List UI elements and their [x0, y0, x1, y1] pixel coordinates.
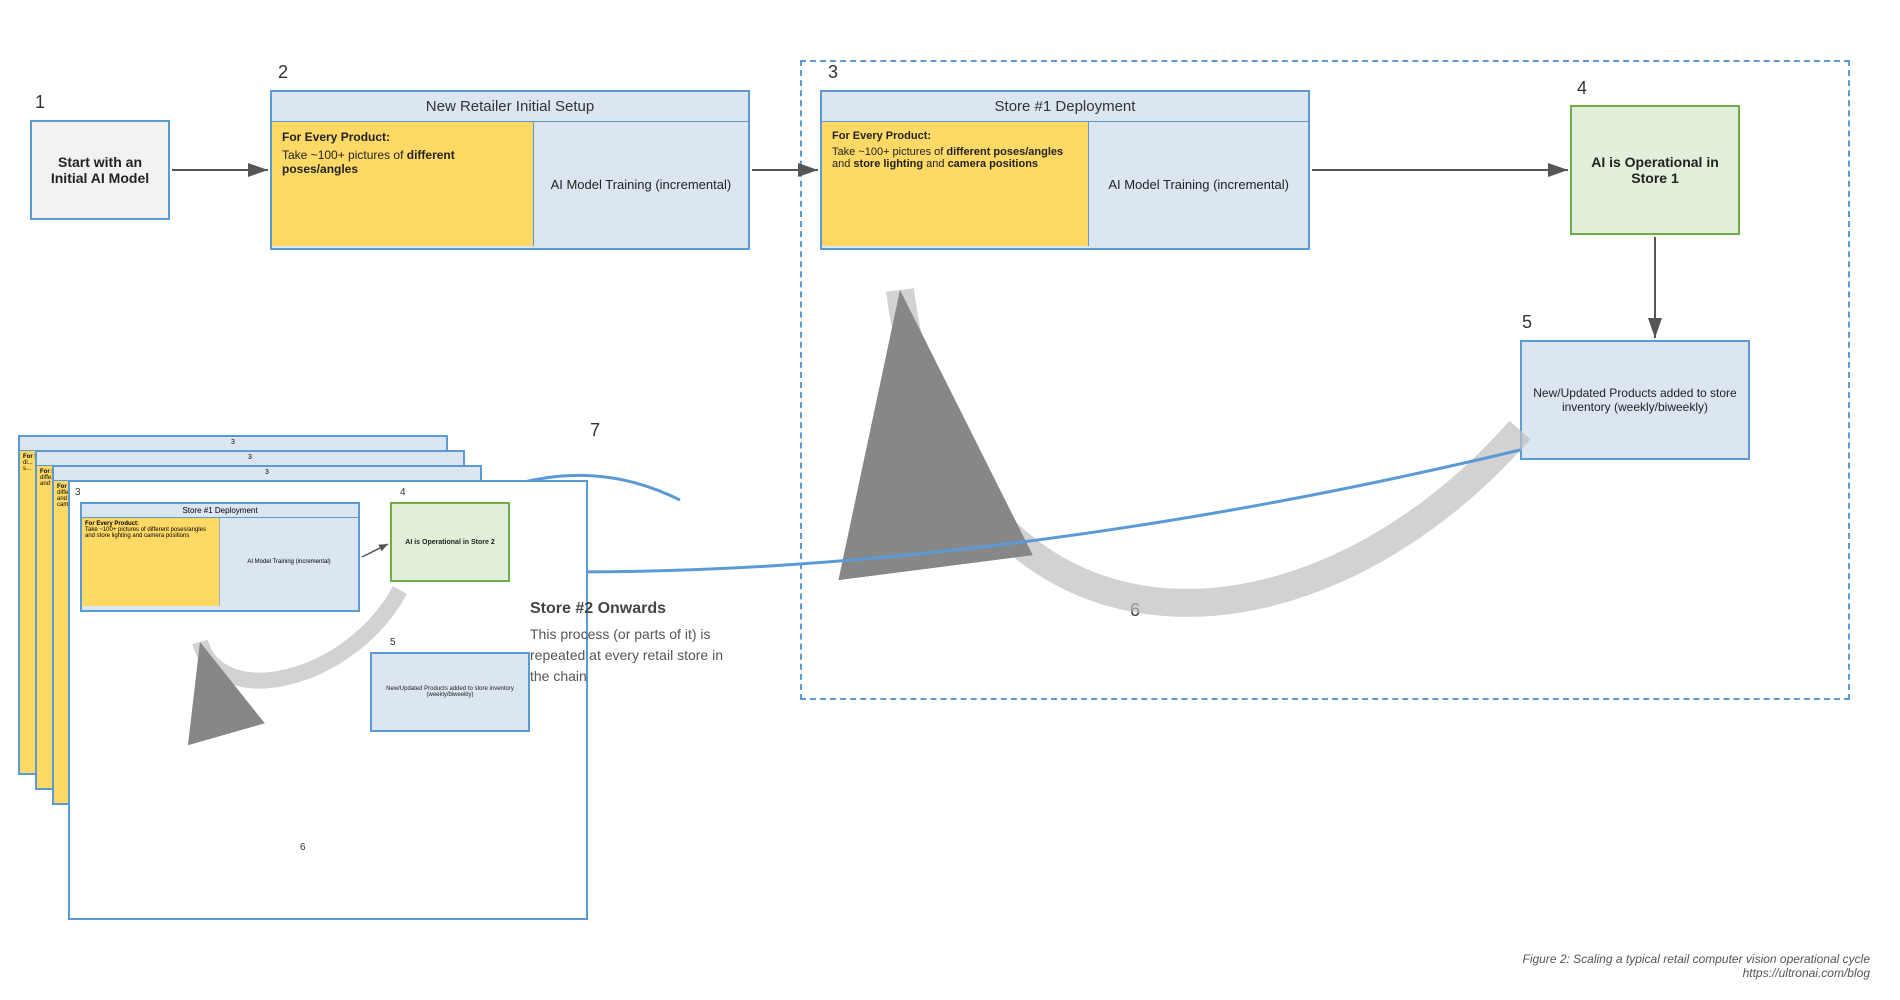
box3-title: Store #1 Deployment	[822, 92, 1308, 122]
step4-number: 4	[1577, 78, 1587, 99]
figure-caption-line1: Figure 2: Scaling a typical retail compu…	[1522, 952, 1870, 966]
box1-start: Start with an Initial AI Model	[30, 120, 170, 220]
mini-step4-num: 4	[400, 487, 406, 498]
box3-left-title: For Every Product:	[832, 130, 1078, 142]
mini-box3: Store #1 Deployment For Every Product:Ta…	[80, 502, 360, 612]
step2-number: 2	[278, 62, 288, 83]
mini-step5-num: 5	[390, 637, 396, 648]
box2-left-title: For Every Product:	[282, 130, 523, 144]
mini-box5: New/Updated Products added to store inve…	[370, 652, 530, 732]
mini-store-front: 3 Store #1 Deployment For Every Product:…	[68, 480, 588, 920]
step5-number: 5	[1522, 312, 1532, 333]
mini-step6-num: 6	[300, 842, 306, 853]
step6-number: 6	[1130, 600, 1140, 621]
box1-label: Start with an Initial AI Model	[40, 154, 160, 186]
store2-title: Store #2 Onwards	[530, 600, 730, 618]
step7-number: 7	[590, 420, 600, 441]
box2-retailer-setup: New Retailer Initial Setup For Every Pro…	[270, 90, 750, 250]
box5-new-products: New/Updated Products added to store inve…	[1520, 340, 1750, 460]
store2-description: This process (or parts of it) is repeate…	[530, 624, 730, 687]
mini-step3-num: 3	[75, 487, 81, 498]
box3-store-deployment: Store #1 Deployment For Every Product: T…	[820, 90, 1310, 250]
box2-left-body: Take ~100+ pictures of different poses/a…	[282, 148, 523, 176]
arrow-6-cycle	[900, 290, 1520, 603]
diagram-container: 1 Start with an Initial AI Model 2 New R…	[0, 0, 1900, 1000]
figure-caption: Figure 2: Scaling a typical retail compu…	[1522, 952, 1870, 980]
mini-box4: AI is Operational in Store 2	[390, 502, 510, 582]
box2-left-panel: For Every Product: Take ~100+ pictures o…	[272, 122, 534, 246]
box2-title: New Retailer Initial Setup	[272, 92, 748, 122]
arrow-7-main	[480, 450, 1520, 572]
box2-right-panel: AI Model Training (incremental)	[534, 122, 748, 246]
box3-right-label: AI Model Training (incremental)	[1108, 177, 1289, 192]
box4-ai-operational: AI is Operational in Store 1	[1570, 105, 1740, 235]
box2-right-label: AI Model Training (incremental)	[551, 177, 732, 192]
box5-label: New/Updated Products added to store inve…	[1530, 386, 1740, 414]
box3-left-body: Take ~100+ pictures of different poses/a…	[832, 146, 1078, 170]
step1-number: 1	[35, 92, 45, 113]
step3-number: 3	[828, 62, 838, 83]
box3-left-panel: For Every Product: Take ~100+ pictures o…	[822, 122, 1089, 246]
box4-label: AI is Operational in Store 1	[1580, 154, 1730, 186]
store2-section: Store #2 Onwards This process (or parts …	[530, 600, 730, 687]
box3-right-panel: AI Model Training (incremental)	[1089, 122, 1308, 246]
figure-caption-line2: https://ultronai.com/blog	[1522, 966, 1870, 980]
